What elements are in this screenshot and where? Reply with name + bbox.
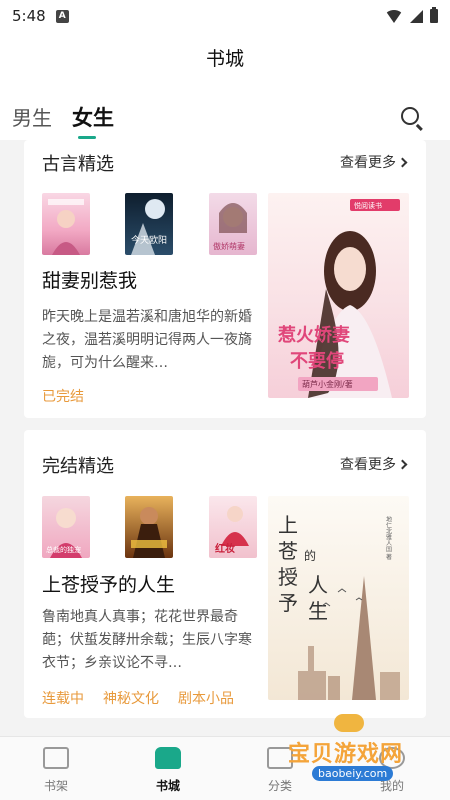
section-card-ancient: 古言精选 查看更多 今天欧阳 傲娇萌妻 甜妻别惹我 昨天晚上是温若溪和唐旭华的新… xyxy=(24,140,426,418)
view-more-link[interactable]: 查看更多 xyxy=(340,152,408,172)
book-thumb-3[interactable]: 红妆 xyxy=(209,496,257,558)
bookshelf-icon xyxy=(43,747,69,769)
search-icon[interactable] xyxy=(401,107,419,125)
svg-text:惹火娇妻: 惹火娇妻 xyxy=(278,324,350,346)
book-thumb-3[interactable]: 傲娇萌妻 xyxy=(209,193,257,255)
svg-text:上: 上 xyxy=(278,513,298,537)
svg-text:授: 授 xyxy=(278,565,298,589)
bookstore-icon xyxy=(155,747,181,769)
status-bar: 5:48 A xyxy=(0,0,450,32)
section-title: 古言精选 xyxy=(42,154,114,175)
svg-text:苍: 苍 xyxy=(278,539,298,563)
battery-icon xyxy=(430,7,438,23)
nav-bookshelf[interactable]: 书架 xyxy=(0,737,112,800)
tab-male[interactable]: 男生 xyxy=(12,102,52,131)
status-tag: 已完结 xyxy=(42,389,84,405)
book-title[interactable]: 上苍授予的人生 xyxy=(42,570,175,597)
book-description: 鲁南地真人真事；花花世界最奇葩；伏蜇发酵卅余载；生辰八字寒衣节；乡亲议论不寻… xyxy=(42,609,252,671)
svg-text:红妆: 红妆 xyxy=(215,542,235,555)
featured-book-cover[interactable]: 悦阅读书 惹火娇妻 不要停 葫芦小金刚/著 xyxy=(268,193,409,398)
tab-indicator xyxy=(78,136,96,139)
view-more-link[interactable]: 查看更多 xyxy=(340,454,408,474)
category-tag: 神秘文化 xyxy=(103,691,159,707)
tab-female[interactable]: 女生 xyxy=(72,102,114,132)
notification-icon: A xyxy=(55,9,69,23)
svg-text:今天欧阳: 今天欧阳 xyxy=(131,234,167,246)
section-title: 完结精选 xyxy=(42,456,114,477)
nav-bookstore[interactable]: 书城 xyxy=(112,737,224,800)
svg-text:葫芦小金刚/著: 葫芦小金刚/著 xyxy=(302,379,353,389)
status-tag: 连载中 xyxy=(42,691,84,707)
category-tag: 剧本小品 xyxy=(178,691,234,707)
svg-text:予: 予 xyxy=(278,591,298,615)
status-time: 5:48 xyxy=(12,7,46,25)
book-title[interactable]: 甜妻别惹我 xyxy=(42,266,137,293)
svg-text:的: 的 xyxy=(304,548,316,563)
book-thumb-1[interactable]: 总裁的独宠 xyxy=(42,496,90,558)
svg-text:不要停: 不要停 xyxy=(290,350,344,372)
svg-text:生: 生 xyxy=(308,599,328,623)
svg-text:悦阅读书: 悦阅读书 xyxy=(354,201,382,210)
svg-text:傲娇萌妻: 傲娇萌妻 xyxy=(213,241,245,251)
chevron-right-icon xyxy=(397,157,408,168)
svg-text:地仁北雅人国 著: 地仁北雅人国 著 xyxy=(385,515,392,561)
wifi-icon xyxy=(385,9,403,23)
book-description: 昨天晚上是温若溪和唐旭华的新婚之夜，温若溪明明记得两人一夜旖旎，可为什么醒来… xyxy=(42,309,252,371)
svg-text:人: 人 xyxy=(308,573,328,597)
section-card-completed: 完结精选 查看更多 总裁的独宠 红妆 上苍授予的人生 鲁南地真人真事；花花世界最… xyxy=(24,430,426,718)
signal-icon xyxy=(410,9,423,23)
chevron-right-icon xyxy=(397,459,408,470)
page-title: 书城 xyxy=(0,32,450,86)
book-thumb-1[interactable] xyxy=(42,193,90,255)
svg-text:总裁的独宠: 总裁的独宠 xyxy=(46,545,81,554)
book-thumb-2[interactable] xyxy=(125,496,173,558)
book-thumb-2[interactable]: 今天欧阳 xyxy=(125,193,173,255)
featured-book-cover[interactable]: 上 苍 授 予 的 人 生 地仁北雅人国 著 xyxy=(268,496,409,700)
gender-tabs: 男生 女生 xyxy=(0,86,450,140)
watermark-logo: 宝贝游戏网 baobeiy.com xyxy=(278,710,428,790)
gamepad-icon xyxy=(334,714,364,732)
